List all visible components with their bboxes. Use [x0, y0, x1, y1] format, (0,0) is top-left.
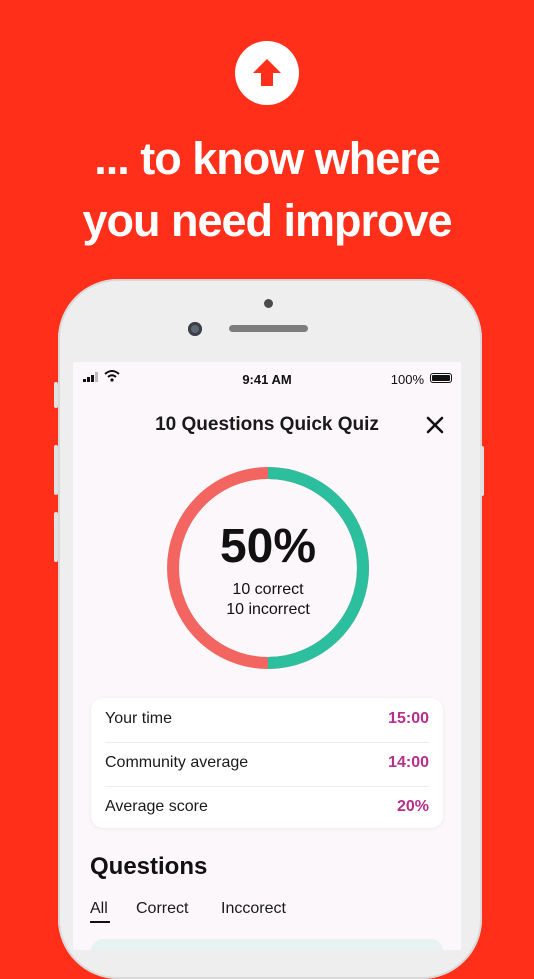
- quiz-title: 10 Questions Quick Quiz: [155, 414, 379, 435]
- stat-label: Average score: [105, 798, 208, 815]
- active-tab-indicator: [90, 921, 110, 923]
- app-screen: 9:41 AM 100% 10 Questions Quick Quiz 50%…: [73, 362, 461, 950]
- stat-value: 15:00: [388, 710, 429, 727]
- phone-speaker: [229, 325, 308, 332]
- tab-all[interactable]: All: [90, 900, 108, 918]
- phone-side-button-left-1: [54, 382, 58, 408]
- close-icon: [426, 416, 444, 434]
- close-button[interactable]: [422, 412, 448, 438]
- stats-card: Your time 15:00 Community average 14:00 …: [91, 698, 443, 828]
- phone-sensor: [264, 299, 273, 308]
- battery-icon: [430, 373, 452, 383]
- stat-value: 20%: [396, 798, 429, 815]
- arrow-up-badge: [235, 41, 299, 105]
- phone-side-button-right: [480, 446, 484, 496]
- promo-headline-line1: ... to know where: [94, 133, 441, 184]
- score-percentage: 50%: [219, 520, 317, 573]
- stat-value: 14:00: [388, 754, 429, 771]
- stat-label: Your time: [105, 710, 172, 727]
- stat-row-your-time: Your time 15:00: [105, 698, 429, 743]
- donut-center: 50% 10 correct 10 incorrect: [161, 461, 375, 675]
- tab-incorrect[interactable]: Inccorect: [221, 900, 286, 918]
- battery-percent: 100%: [390, 372, 424, 387]
- tab-correct[interactable]: Correct: [136, 900, 188, 918]
- correct-count: 10 correct: [232, 581, 304, 598]
- phone-side-button-left-3: [54, 512, 58, 562]
- stat-row-community-average: Community average 14:00: [105, 742, 429, 787]
- stat-label: Community average: [105, 754, 249, 771]
- question-card[interactable]: [91, 939, 443, 950]
- phone-front-camera: [188, 322, 202, 336]
- promo-headline-line2: you need improve: [82, 195, 452, 246]
- phone-side-button-left-2: [54, 445, 58, 495]
- status-bar: 9:41 AM 100%: [73, 362, 461, 394]
- incorrect-count: 10 incorrect: [226, 601, 310, 618]
- questions-heading: Questions: [90, 853, 208, 880]
- arrow-up-icon: [253, 59, 281, 86]
- stat-row-average-score: Average score 20%: [105, 786, 429, 830]
